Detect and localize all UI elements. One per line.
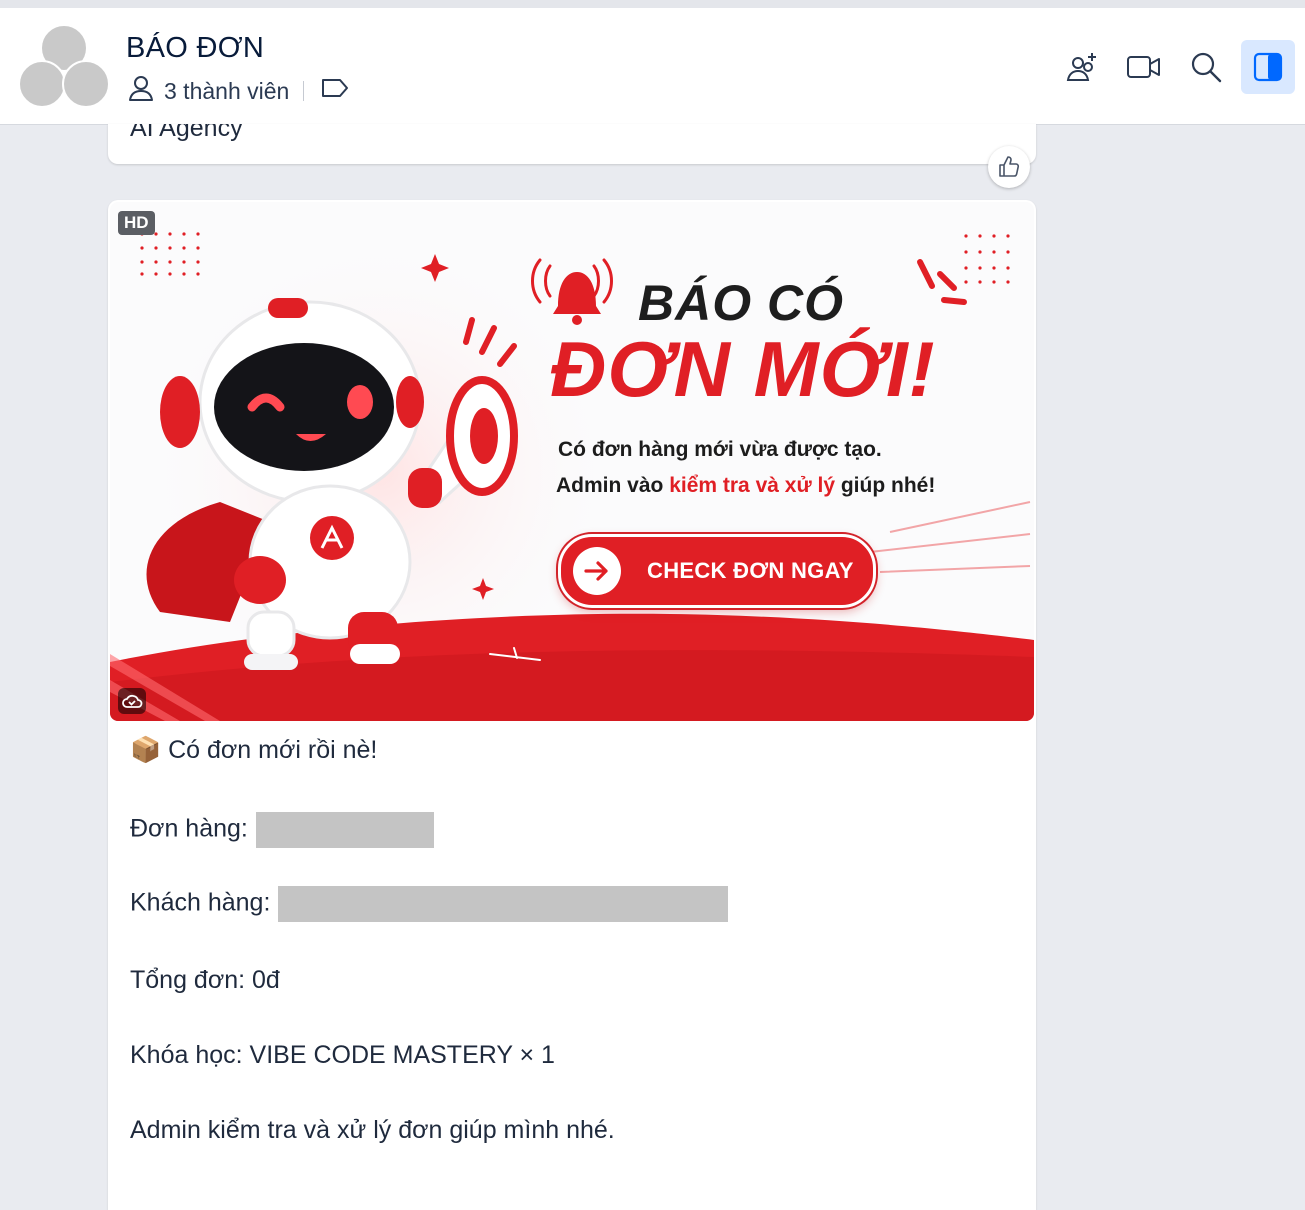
intro-text: Có đơn mới rồi nè! (168, 736, 378, 764)
tag-icon[interactable] (320, 77, 350, 105)
banner-heading-bottom: ĐƠN MỚI! (550, 325, 936, 413)
search-icon[interactable] (1179, 40, 1233, 94)
previous-message-bubble: AI Agency (108, 124, 1036, 164)
divider (303, 81, 305, 101)
check-order-button[interactable]: CHECK ĐƠN NGAY (558, 534, 876, 608)
check-order-label: CHECK ĐƠN NGAY (647, 558, 854, 583)
total-line: Tổng đơn: 0đ (130, 966, 280, 994)
banner-line-2-highlight: kiểm tra và xử lý (669, 474, 835, 497)
banner-line-2-pre: Admin vào (556, 474, 670, 497)
window-top-strip (0, 0, 1305, 8)
banner-line-2-post: giúp nhé! (835, 474, 936, 497)
member-icon (126, 74, 156, 108)
cloud-sync-icon (118, 688, 146, 714)
thumbs-up-icon (999, 156, 1020, 177)
group-avatar[interactable] (18, 24, 110, 110)
message-bubble: HD BÁO CÓ ĐƠN MỚI! Có đơn hàng mới vừa đ… (108, 200, 1036, 1210)
like-reaction-button[interactable] (988, 146, 1030, 188)
previous-message-text: AI Agency (130, 124, 243, 142)
banner-line-1: Có đơn hàng mới vừa được tạo. (558, 438, 882, 461)
package-icon: 📦 (130, 736, 162, 764)
sidebar-toggle-icon[interactable] (1241, 40, 1295, 94)
banner-line-2: Admin vào kiểm tra và xử lý giúp nhé! (556, 474, 935, 498)
order-label: Đơn hàng: (130, 814, 248, 843)
customer-line: Khách hàng: (130, 886, 729, 922)
members-row: 3 thành viên (126, 76, 350, 106)
group-title[interactable]: BÁO ĐƠN (126, 32, 264, 65)
hd-badge: HD (118, 211, 155, 235)
banner-image[interactable]: HD BÁO CÓ ĐƠN MỚI! Có đơn hàng mới vừa đ… (110, 202, 1034, 721)
course-line: Khóa học: VIBE CODE MASTERY × 1 (130, 1041, 555, 1069)
order-line: Đơn hàng: (130, 812, 434, 848)
intro-line: 📦 Có đơn mới rồi nè! (130, 736, 377, 765)
header-actions (1055, 40, 1295, 94)
add-member-icon[interactable] (1055, 40, 1109, 94)
customer-redacted-value (278, 886, 729, 922)
chat-header: BÁO ĐƠN 3 thành viên (0, 8, 1305, 125)
closing-line: Admin kiểm tra và xử lý đơn giúp mình nh… (130, 1116, 615, 1144)
arrow-right-icon (573, 547, 621, 595)
members-count[interactable]: 3 thành viên (164, 78, 289, 105)
customer-label: Khách hàng: (130, 888, 271, 917)
order-redacted-value (255, 812, 434, 848)
video-call-icon[interactable] (1117, 40, 1171, 94)
